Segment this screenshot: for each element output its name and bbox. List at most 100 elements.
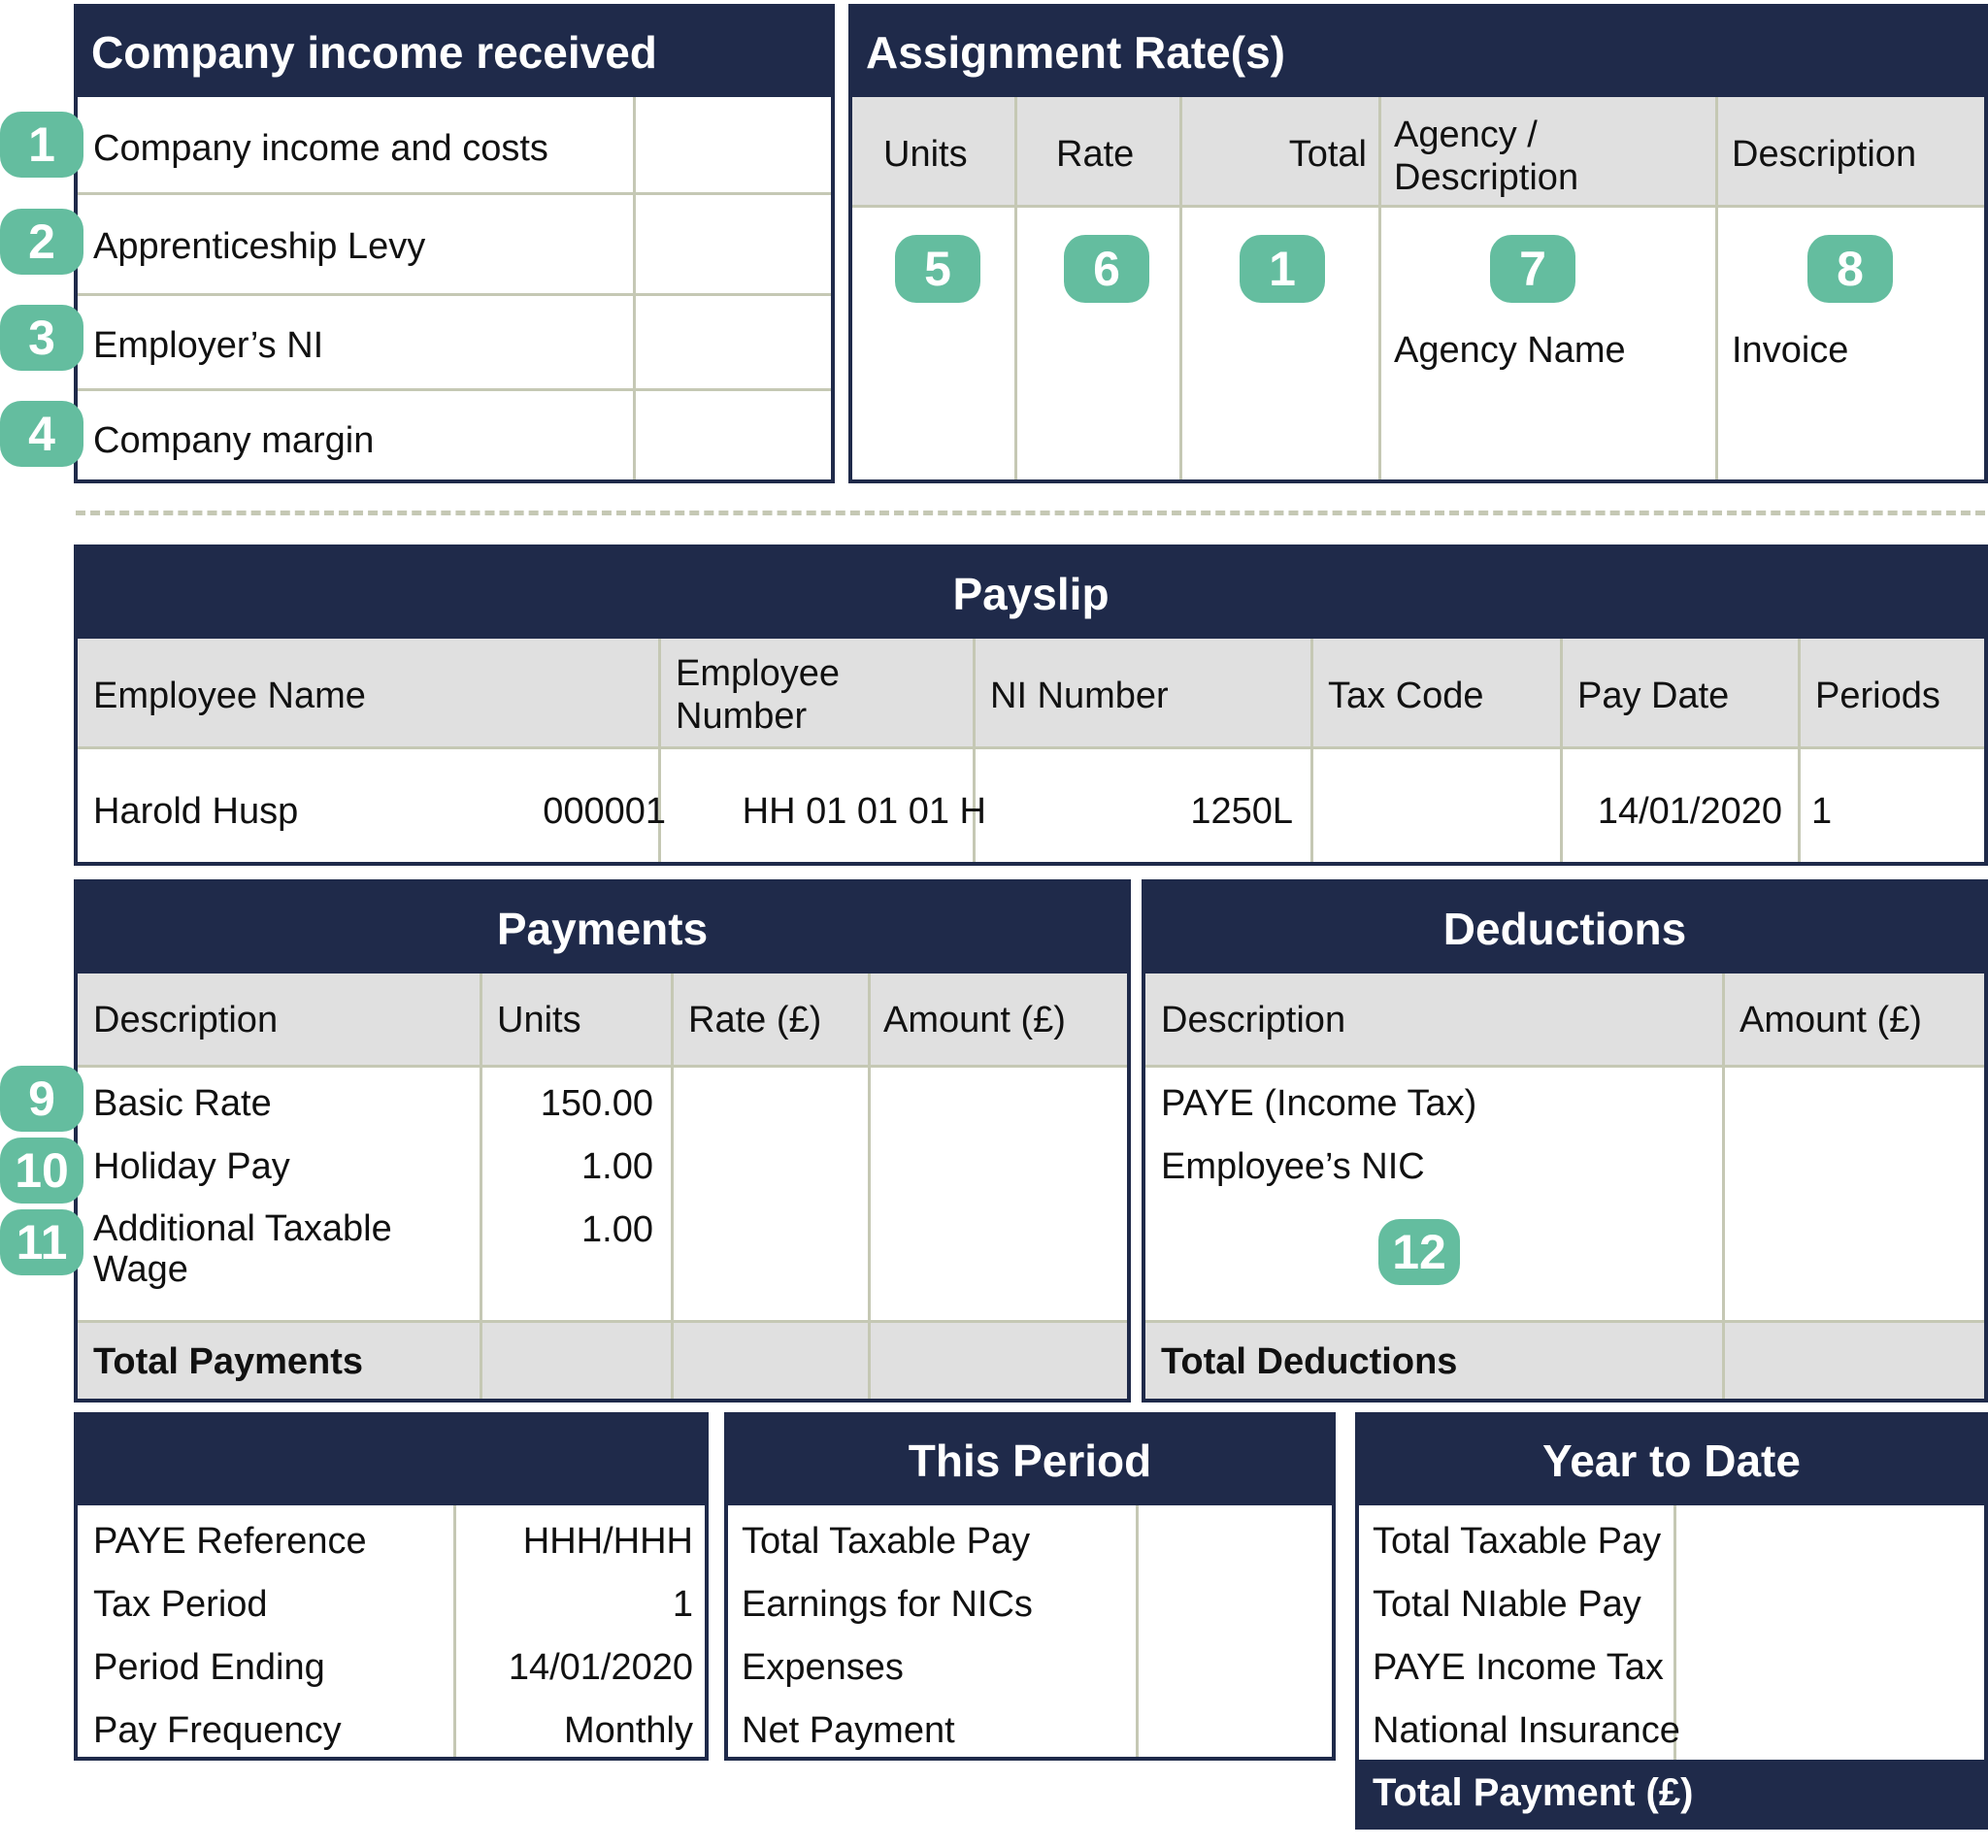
employee-number-value: 000001 [543,791,666,832]
column-divider [1378,97,1381,479]
row-divider [78,192,831,195]
callout-badge-1: 1 [0,112,83,178]
column-divider [1722,1320,1725,1399]
column-divider [868,1320,871,1399]
callout-badge-7: 7 [1490,235,1575,303]
column-header-description: Description [1161,1000,1346,1040]
column-header-employee-name: Employee Name [93,676,366,716]
employer-info-label: Pay Frequency [93,1710,342,1751]
ytd-label: Total NIable Pay [1373,1584,1641,1625]
column-divider [633,97,636,479]
column-header-description: Description [1732,134,1917,175]
section-separator [76,511,1985,515]
employer-info-title [78,1416,705,1505]
callout-badge-9: 9 [0,1066,83,1132]
total-payments-label: Total Payments [93,1341,364,1382]
callout-badge-8: 8 [1807,235,1893,303]
column-header-units: Units [497,1000,581,1040]
column-header-amount: Amount (£) [1740,1000,1922,1040]
payments-title: Payments [78,883,1127,974]
this-period-table: This Period Total Taxable Pay Earnings f… [724,1412,1336,1761]
column-divider [480,1320,482,1399]
column-header-employee-number: Employee Number [676,653,840,737]
column-header-agency-description: Agency / Description [1394,115,1579,198]
employer-info-table: PAYE Reference HHH/HHH Tax Period 1 Peri… [74,1412,709,1761]
callout-badge-12: 12 [1378,1219,1460,1285]
company-income-table: Company income received Company income a… [74,4,835,483]
invoice-description-value: Invoice [1732,330,1849,371]
callout-badge-6: 6 [1064,235,1149,303]
column-header-amount: Amount (£) [883,1000,1066,1040]
column-header-description: Description [93,1000,279,1040]
payment-units: 1.00 [581,1146,653,1187]
callout-badge-10: 10 [0,1138,83,1204]
callout-badge-5: 5 [895,235,980,303]
company-income-row-label: Company margin [93,420,375,461]
deductions-table: Deductions Description Amount (£) PAYE (… [1142,879,1988,1402]
ni-number-value: HH 01 01 01 H [742,791,986,832]
tax-code-value: 1250L [1190,791,1293,832]
payment-description: Basic Rate [93,1083,272,1124]
deduction-description: PAYE (Income Tax) [1161,1083,1477,1124]
column-header-ni-number: NI Number [990,676,1169,716]
column-divider [453,1505,456,1757]
employer-info-label: PAYE Reference [93,1521,367,1562]
column-divider [1798,639,1801,862]
total-deductions-label: Total Deductions [1161,1341,1458,1382]
total-payment-label: Total Payment (£) [1373,1771,1694,1814]
row-divider [78,293,831,296]
ytd-label: National Insurance [1373,1710,1680,1751]
payment-units: 150.00 [540,1083,653,1124]
company-income-row-label: Apprenticeship Levy [93,226,426,267]
callout-badge-4: 4 [0,401,83,467]
callout-badge-2: 2 [0,209,83,275]
callout-badge-1-total: 1 [1240,235,1325,303]
employer-info-label: Period Ending [93,1647,325,1688]
callout-badge-11: 11 [0,1209,83,1275]
company-income-row-label: Company income and costs [93,128,548,169]
employer-info-value: 1 [672,1584,693,1625]
this-period-label: Expenses [742,1647,904,1688]
year-to-date-title: Year to Date [1359,1416,1984,1505]
column-header-tax-code: Tax Code [1328,676,1484,716]
column-divider [1014,97,1017,479]
employer-info-label: Tax Period [93,1584,268,1625]
payment-description: Holiday Pay [93,1146,290,1187]
column-divider [1136,1505,1139,1757]
column-header-periods: Periods [1815,676,1940,716]
agency-name-value: Agency Name [1394,330,1626,371]
this-period-label: Earnings for NICs [742,1584,1033,1625]
column-divider [1179,97,1182,479]
ytd-label: Total Taxable Pay [1373,1521,1662,1562]
column-header-total: Total [1288,134,1367,175]
deduction-description: Employee’s NIC [1161,1146,1425,1187]
periods-value: 1 [1811,791,1833,832]
payments-table: Payments Description Units Rate (£) Amou… [74,879,1131,1402]
assignment-rates-title: Assignment Rate(s) [852,8,1984,97]
column-header-units: Units [883,134,968,175]
pay-date-value: 14/01/2020 [1597,791,1782,832]
this-period-title: This Period [728,1416,1332,1505]
company-income-title: Company income received [78,8,831,97]
payslip-table: Payslip Employee Name Employee Number NI… [74,544,1988,866]
this-period-label: Total Taxable Pay [742,1521,1031,1562]
column-header-rate: Rate [1056,134,1135,175]
employer-info-value: Monthly [563,1710,693,1751]
employer-info-value: 14/01/2020 [508,1647,693,1688]
employer-info-value: HHH/HHH [522,1521,693,1562]
column-divider [671,1320,674,1399]
this-period-label: Net Payment [742,1710,955,1751]
payment-units: 1.00 [581,1209,653,1250]
column-header-rate: Rate (£) [688,1000,822,1040]
payment-description: Additional Taxable Wage [93,1208,392,1290]
column-divider [1560,639,1563,862]
row-divider [78,388,831,391]
payslip-title: Payslip [78,548,1984,639]
employee-name-value: Harold Husp [93,791,299,832]
ytd-label: PAYE Income Tax [1373,1647,1664,1688]
column-divider [1310,639,1313,862]
company-income-row-label: Employer’s NI [93,325,324,366]
deductions-title: Deductions [1145,883,1984,974]
column-header-pay-date: Pay Date [1577,676,1730,716]
callout-badge-3: 3 [0,305,83,371]
